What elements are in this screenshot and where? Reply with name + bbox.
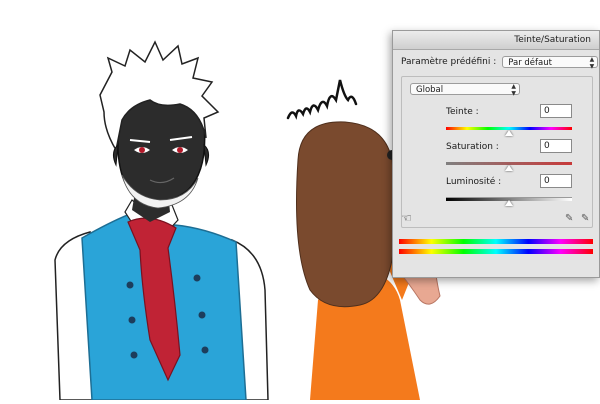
vest-button [201,346,209,354]
input-color-bar [399,239,593,244]
lightness-slider-thumb[interactable] [505,200,513,206]
girl-hair [296,121,396,308]
hue-slider-thumb[interactable] [505,130,513,136]
channel-select[interactable]: Global ▲ ▼ [410,83,520,97]
channel-value: Global [416,85,444,95]
vest-button [130,351,138,359]
saturation-label: Saturation : [446,142,499,152]
saturation-input[interactable]: 0 [540,139,572,153]
preset-row: Paramètre prédéfini : Par défaut ▲ ▼ [401,56,599,70]
boy-eye-right-iris [177,147,183,153]
output-color-bar [399,249,593,254]
dialog-title: Teinte/Saturation [393,31,599,50]
select-arrows-icon: ▲ ▼ [511,83,516,97]
eyedropper-plus-icon[interactable]: ✎ [565,213,573,224]
lightness-label: Luminosité : [446,177,502,187]
hue-saturation-dialog: Teinte/Saturation Paramètre prédéfini : … [392,30,600,278]
hue-label: Teinte : [446,107,479,117]
saturation-slider-thumb[interactable] [505,165,513,171]
vest-button [126,281,134,289]
preset-value: Par défaut [508,58,552,68]
vest-button [198,311,206,319]
preset-select[interactable]: Par défaut ▲ ▼ [502,56,599,70]
boy-eye-left-iris [139,147,145,153]
preset-label: Paramètre prédéfini : [401,57,497,67]
hand-tool-icon[interactable]: ☜ [401,211,412,225]
vest-button [128,316,136,324]
eyedropper-minus-icon[interactable]: ✎ [581,213,589,224]
hue-input[interactable]: 0 [540,104,572,118]
adjustment-group: Global ▲ ▼ Teinte : 0 Saturation : 0 Lumi… [401,76,593,228]
mmh-scribble [286,79,358,120]
lightness-input[interactable]: 0 [540,174,572,188]
select-arrows-icon: ▲ ▼ [589,56,595,70]
vest-button [193,274,201,282]
